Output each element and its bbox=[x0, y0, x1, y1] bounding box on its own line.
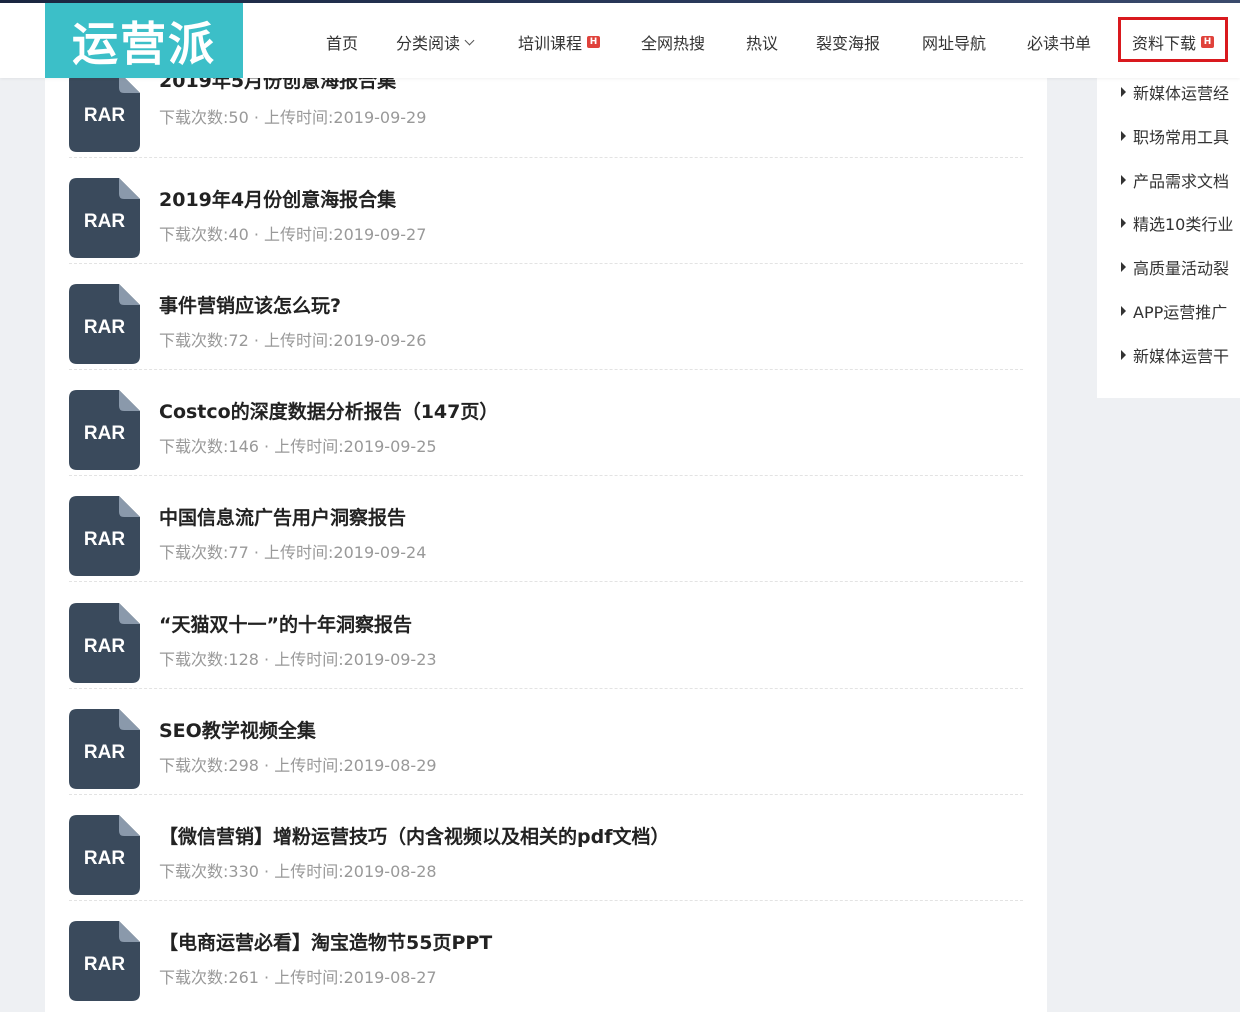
file-type-label: RAR bbox=[83, 636, 126, 657]
sidebar-item-label: 产品需求文档 bbox=[1133, 172, 1230, 191]
file-title[interactable]: SEO教学视频全集 bbox=[159, 716, 316, 743]
file-meta: 下载次数:330 · 上传时间:2019-08-28 bbox=[159, 862, 437, 881]
file-meta: 下载次数:298 · 上传时间:2019-08-29 bbox=[159, 756, 437, 775]
hot-badge-icon: H bbox=[587, 36, 601, 48]
sidebar-download-list: 新媒体运营经 职场常用工具 产品需求文档 精选10类行业 高质量活动裂 APP运… bbox=[1097, 68, 1240, 398]
rar-file-icon: RAR bbox=[69, 72, 140, 152]
sidebar-item[interactable]: 产品需求文档 bbox=[1121, 168, 1229, 192]
caret-right-icon bbox=[1121, 87, 1126, 97]
page: 运营派 首页 分类阅读 培训课程 H 全网热搜 热议 裂变海报 网址导航 必读书… bbox=[0, 0, 1240, 1012]
file-type-label: RAR bbox=[83, 423, 126, 444]
main-nav: 首页 分类阅读 培训课程 H 全网热搜 热议 裂变海报 网址导航 必读书单 资料… bbox=[0, 0, 1240, 78]
file-type-label: RAR bbox=[83, 529, 126, 550]
nav-item-label: 裂变海报 bbox=[816, 34, 881, 53]
sidebar-item-label: 新媒体运营干 bbox=[1133, 347, 1230, 366]
sidebar-item[interactable]: 高质量活动裂 bbox=[1121, 255, 1229, 279]
nav-item-hot-search[interactable]: 全网热搜 bbox=[641, 30, 705, 54]
rar-file-icon: RAR bbox=[69, 921, 140, 1001]
file-meta: 下载次数:40 · 上传时间:2019-09-27 bbox=[159, 225, 427, 244]
caret-right-icon bbox=[1121, 306, 1126, 316]
file-meta: 下载次数:128 · 上传时间:2019-09-23 bbox=[159, 650, 437, 669]
file-list-item[interactable]: RAR “天猫双十一”的十年洞察报告 下载次数:128 · 上传时间:2019-… bbox=[69, 583, 1023, 689]
file-meta: 下载次数:77 · 上传时间:2019-09-24 bbox=[159, 543, 427, 562]
sidebar-item-label: 精选10类行业 bbox=[1133, 215, 1234, 234]
nav-item-label: 热议 bbox=[746, 34, 779, 53]
file-type-label: RAR bbox=[83, 105, 126, 126]
file-list-item[interactable]: RAR 中国信息流广告用户洞察报告 下载次数:77 · 上传时间:2019-09… bbox=[69, 476, 1023, 582]
file-title[interactable]: Costco的深度数据分析报告（147页） bbox=[159, 397, 498, 424]
nav-item-posters[interactable]: 裂变海报 bbox=[816, 30, 880, 54]
file-title[interactable]: “天猫双十一”的十年洞察报告 bbox=[159, 610, 412, 637]
nav-item-url-nav[interactable]: 网址导航 bbox=[922, 30, 986, 54]
caret-right-icon bbox=[1121, 262, 1126, 272]
caret-right-icon bbox=[1121, 175, 1126, 185]
caret-right-icon bbox=[1121, 218, 1126, 228]
file-list-item[interactable]: RAR SEO教学视频全集 下载次数:298 · 上传时间:2019-08-29 bbox=[69, 689, 1023, 795]
file-title[interactable]: 【电商运营必看】淘宝造物节55页PPT bbox=[159, 928, 492, 955]
divider bbox=[69, 581, 1023, 582]
file-meta: 下载次数:50 · 上传时间:2019-09-29 bbox=[159, 108, 427, 127]
file-list-item[interactable]: RAR 2019年4月份创意海报合集 下载次数:40 · 上传时间:2019-0… bbox=[69, 158, 1023, 264]
active-nav-highlight bbox=[1118, 17, 1228, 62]
file-title[interactable]: 2019年4月份创意海报合集 bbox=[159, 185, 396, 212]
nav-item-label: 首页 bbox=[326, 34, 359, 53]
caret-right-icon bbox=[1121, 350, 1126, 360]
nav-item-label: 必读书单 bbox=[1027, 34, 1092, 53]
file-meta: 下载次数:72 · 上传时间:2019-09-26 bbox=[159, 331, 427, 350]
rar-file-icon: RAR bbox=[69, 603, 140, 683]
sidebar-item[interactable]: 精选10类行业 bbox=[1121, 211, 1233, 235]
file-title[interactable]: 中国信息流广告用户洞察报告 bbox=[159, 503, 406, 530]
file-type-label: RAR bbox=[83, 317, 126, 338]
file-meta: 下载次数:261 · 上传时间:2019-08-27 bbox=[159, 968, 437, 987]
chevron-down-icon bbox=[464, 35, 475, 45]
nav-item-label: 培训课程 bbox=[518, 34, 583, 53]
caret-right-icon bbox=[1121, 131, 1126, 141]
sidebar-item[interactable]: 新媒体运营干 bbox=[1121, 343, 1229, 367]
rar-file-icon: RAR bbox=[69, 815, 140, 895]
sidebar-item-label: APP运营推广 bbox=[1133, 303, 1228, 322]
sidebar-item-label: 新媒体运营经 bbox=[1133, 84, 1230, 103]
file-type-label: RAR bbox=[83, 954, 126, 975]
file-meta: 下载次数:146 · 上传时间:2019-09-25 bbox=[159, 437, 437, 456]
file-title[interactable]: 事件营销应该怎么玩? bbox=[159, 291, 341, 318]
nav-item-categories[interactable]: 分类阅读 bbox=[396, 30, 475, 54]
nav-item-discussion[interactable]: 热议 bbox=[746, 30, 778, 54]
nav-item-label: 分类阅读 bbox=[396, 34, 461, 53]
rar-file-icon: RAR bbox=[69, 709, 140, 789]
file-list-item[interactable]: RAR 【电商运营必看】淘宝造物节55页PPT 下载次数:261 · 上传时间:… bbox=[69, 901, 1023, 1007]
site-header: 运营派 首页 分类阅读 培训课程 H 全网热搜 热议 裂变海报 网址导航 必读书… bbox=[0, 0, 1240, 78]
nav-item-booklist[interactable]: 必读书单 bbox=[1027, 30, 1091, 54]
sidebar-item[interactable]: 新媒体运营经 bbox=[1121, 80, 1229, 104]
file-list-item[interactable]: RAR Costco的深度数据分析报告（147页） 下载次数:146 · 上传时… bbox=[69, 370, 1023, 476]
rar-file-icon: RAR bbox=[69, 178, 140, 258]
rar-file-icon: RAR bbox=[69, 284, 140, 364]
sidebar-item[interactable]: 职场常用工具 bbox=[1121, 124, 1229, 148]
file-type-label: RAR bbox=[83, 211, 126, 232]
file-type-label: RAR bbox=[83, 742, 126, 763]
nav-item-home[interactable]: 首页 bbox=[326, 30, 358, 54]
file-title[interactable]: 【微信营销】增粉运营技巧（内含视频以及相关的pdf文档） bbox=[159, 822, 669, 849]
nav-item-label: 全网热搜 bbox=[641, 34, 706, 53]
sidebar-item-label: 高质量活动裂 bbox=[1133, 259, 1230, 278]
rar-file-icon: RAR bbox=[69, 390, 140, 470]
sidebar-item-label: 职场常用工具 bbox=[1133, 128, 1230, 147]
rar-file-icon: RAR bbox=[69, 496, 140, 576]
file-list-item[interactable]: RAR 【微信营销】增粉运营技巧（内含视频以及相关的pdf文档） 下载次数:33… bbox=[69, 795, 1023, 901]
file-type-label: RAR bbox=[83, 848, 126, 869]
nav-item-courses[interactable]: 培训课程 H bbox=[518, 30, 601, 54]
sidebar-item[interactable]: APP运营推广 bbox=[1121, 299, 1227, 323]
nav-item-label: 网址导航 bbox=[922, 34, 987, 53]
file-list-item[interactable]: RAR 事件营销应该怎么玩? 下载次数:72 · 上传时间:2019-09-26 bbox=[69, 264, 1023, 370]
download-list-panel: RAR 2019年5月份创意海报合集 下载次数:50 · 上传时间:2019-0… bbox=[45, 70, 1047, 1012]
